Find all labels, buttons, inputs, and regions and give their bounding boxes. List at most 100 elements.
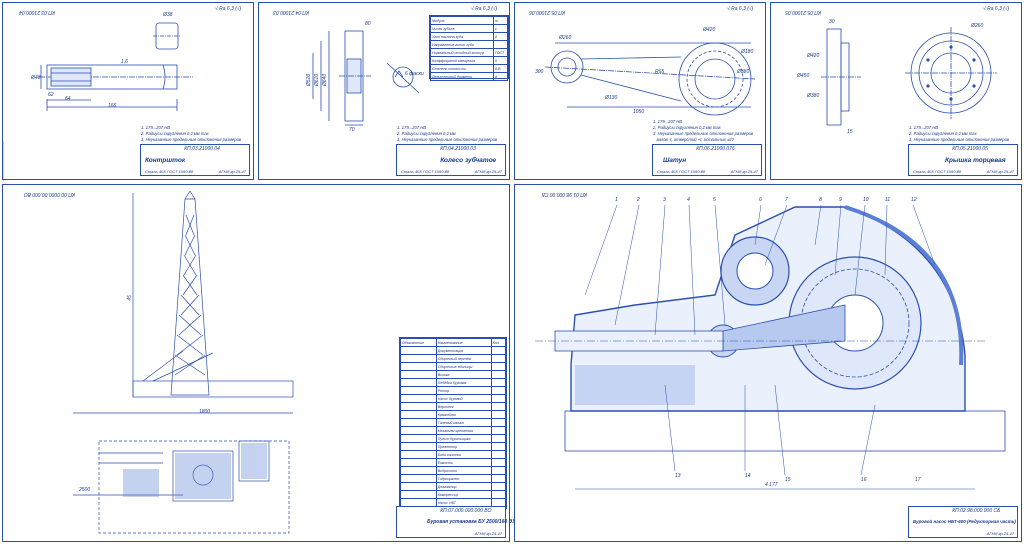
dim-label: Ø380 <box>737 69 750 75</box>
title-block: КП.02.98.000.000 СБ Буровой насос НБТ-60… <box>908 506 1018 538</box>
spec-cell <box>400 362 437 371</box>
spec-cell <box>490 346 506 355</box>
spec-cell <box>490 386 506 395</box>
spec-row: Документация <box>400 346 506 355</box>
callout-number: 6 <box>759 197 762 203</box>
spec-item-name: Сборочный чертёж <box>435 354 492 363</box>
dim-label: Ø38 <box>163 12 173 18</box>
spec-item-name: Сборочные единицы <box>435 362 492 371</box>
spec-item-name: Документация <box>435 346 492 355</box>
stamp-org: АГНИ гр.25-47 <box>474 169 502 174</box>
gear-param-name: Число зубьев <box>430 24 494 33</box>
callout-number: 17 <box>915 477 921 483</box>
spec-cell <box>400 426 437 435</box>
callout-number: 2 <box>637 197 640 203</box>
stamp-name: Буровая установка БУ 2500/160 ЭУ <box>427 519 516 525</box>
spec-row: Лебёдка буровая <box>400 378 506 387</box>
callout-number: 3 <box>663 197 666 203</box>
mud-pump-assembly-drawing <box>535 204 1006 490</box>
dim-label: Ø260 <box>971 23 984 29</box>
gear-param-value: m <box>492 16 509 25</box>
spec-row: Сборочные единицы <box>400 362 506 371</box>
stamp-material: Сталь 40Х ГОСТ 1050-88 <box>657 169 706 174</box>
gear-param-value: ГОСТ <box>492 48 509 57</box>
spec-cell <box>400 402 437 411</box>
drawing-sheet-end-cover: КП.05.21000.05 √ Ra 6,3 (√) Ø450 Ø420 Ø3… <box>770 2 1022 180</box>
drawing-sheet-drilling-rig: КП.00.0000.00.000 ВО 45 1800 2500 Обозна… <box>2 184 516 542</box>
spec-cell <box>490 370 506 379</box>
spec-header-cell: Кол. <box>490 338 506 347</box>
spec-cell <box>490 474 506 483</box>
spec-cell <box>490 458 506 467</box>
roughness-mark: √ Ra 6,3 (√) <box>983 6 1010 12</box>
dim-label: Ø450 <box>797 73 810 79</box>
spec-cell <box>400 466 437 475</box>
dim-label: 45 <box>126 295 133 301</box>
stamp-org: АГНИ гр.25-47 <box>730 169 758 174</box>
spec-item-name: Крюкоблок <box>435 410 492 419</box>
spec-cell <box>490 426 506 435</box>
dim-label: Ø380 <box>807 93 820 99</box>
spec-row: Насос буровой <box>400 394 506 403</box>
spec-cell <box>490 402 506 411</box>
dim-label: Ø260 <box>559 35 572 41</box>
gear-param-name: Угол наклона зуба <box>430 32 494 41</box>
callout-number: 14 <box>745 473 751 479</box>
spec-cell <box>490 490 506 499</box>
spec-row: Крюкоблок <box>400 410 506 419</box>
spec-cell <box>490 394 506 403</box>
gear-parameter-table: Модуль m Число зубьев z Угол наклона зуба β На… <box>429 15 509 81</box>
spec-cell <box>490 450 506 459</box>
stamp-code: КП.03.21000.04 <box>184 146 220 152</box>
spec-header-cell: Обозначение <box>400 338 437 347</box>
stamp-material: Сталь 40Х ГОСТ 1050-88 <box>913 169 962 174</box>
spec-cell <box>400 482 437 491</box>
gear-param-value <box>492 40 509 49</box>
dim-label: 15 <box>847 129 853 135</box>
spec-cell <box>400 474 437 483</box>
spec-cell <box>490 362 506 371</box>
callout-number: 16 <box>861 477 867 483</box>
stamp-code: КП.07.000.000.000 ВО <box>440 508 492 514</box>
spec-cell <box>400 346 437 355</box>
spec-item-name: Вертлюг <box>435 402 492 411</box>
spec-cell <box>400 354 437 363</box>
spec-item-name: Блок очистки <box>435 450 492 459</box>
dim-label: Ø420 <box>703 27 716 33</box>
stamp-name: Контршток <box>145 157 186 164</box>
gear-param-row: Делительный диаметр d <box>430 72 509 81</box>
spec-header-cell: Наименование <box>435 338 492 347</box>
callout-number: 12 <box>911 197 917 203</box>
spec-header-row: Обозначение Наименование Кол. <box>400 338 506 347</box>
spec-cell <box>490 442 506 451</box>
dim-label: Ø130 <box>605 95 618 101</box>
spec-item-name: Лебёдка буровая <box>435 378 492 387</box>
callout-number: 7 <box>785 197 788 203</box>
title-block: КП.06.21000.076 Шатун Сталь 40Х ГОСТ 105… <box>652 144 762 176</box>
roughness-mark: √ Ra 6,3 (√) <box>727 6 754 12</box>
spec-row: Компрессор <box>400 490 506 499</box>
stamp-name: Буровой насос НБТ-600 (Редукторная часть… <box>913 519 1016 524</box>
frame-title: КП.05.21000.06 <box>529 9 565 15</box>
frame-title: КП.05.21000.05 <box>785 9 821 15</box>
spec-cell <box>400 386 437 395</box>
dim-label: 1,6 <box>121 59 128 65</box>
stamp-org: АГНИ гр.25-47 <box>218 169 246 174</box>
specification-table: Обозначение Наименование Кол. Документация С… <box>399 337 507 509</box>
gear-param-value: β <box>492 32 509 41</box>
gear-param-row: Степень точности 8-В <box>430 64 509 73</box>
spec-cell <box>400 490 437 499</box>
spec-row: Блок очистки <box>400 450 506 459</box>
spec-item-name: Механизм крепления <box>435 426 492 435</box>
spec-row: Вертлюг <box>400 402 506 411</box>
title-block: КП.05.21000.05 Крышка торцевая Сталь 40Х… <box>908 144 1018 176</box>
dim-label: Ø48 <box>31 75 41 81</box>
callout-number: 10 <box>863 197 869 203</box>
spec-cell <box>490 482 506 491</box>
drawing-sheet-connecting-rod: КП.05.21000.06 √ Ra 6,3 (√) Ø420 Ø260 Ø3… <box>514 2 766 180</box>
spec-row: Ротор <box>400 386 506 395</box>
title-block: КП.03.21000.04 Контршток Сталь 40Х ГОСТ … <box>140 144 250 176</box>
dim-label: 64 <box>65 96 71 102</box>
spec-cell <box>400 378 437 387</box>
dim-label: 62 <box>48 92 54 98</box>
